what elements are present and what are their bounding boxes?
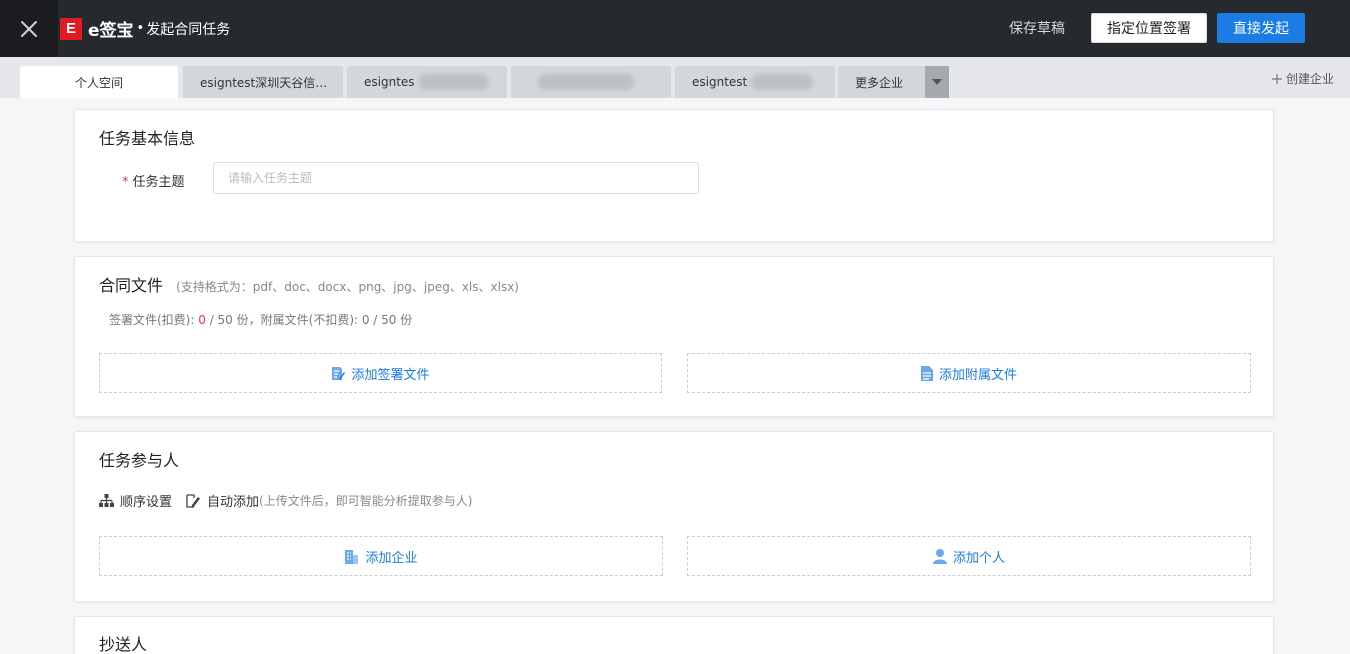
more-companies-dropdown[interactable]: 更多企业 — [838, 66, 949, 98]
send-button[interactable]: 直接发起 — [1217, 13, 1305, 43]
title-separator: • — [136, 21, 145, 36]
file-count-summary: 签署文件(扣费): 0 / 50 份，附属文件(不扣费): 0 / 50 份 — [109, 311, 412, 328]
formats-hint: (支持格式为：pdf、doc、docx、png、jpg、jpeg、xls、xls… — [176, 280, 519, 294]
building-icon — [345, 549, 359, 564]
basic-info-card: 任务基本信息 * 任务主题 — [74, 109, 1274, 242]
tab-label: esigntest深圳天谷信… — [200, 75, 328, 90]
page-title: 发起合同任务 — [146, 21, 231, 38]
tab-personal-space[interactable]: 个人空间 — [20, 66, 178, 98]
add-company-button[interactable]: 添加企业 — [99, 536, 663, 576]
contract-files-title: 合同文件 — [99, 276, 164, 295]
user-icon — [932, 548, 947, 564]
participants-title: 任务参与人 — [99, 451, 180, 470]
required-mark: * — [122, 175, 129, 190]
auto-add-hint: (上传文件后，即可智能分析提取参与人) — [259, 494, 473, 508]
cc-title: 抄送人 — [99, 635, 148, 654]
more-companies-label: 更多企业 — [855, 75, 904, 90]
hierarchy-icon — [99, 494, 114, 507]
sign-files-label: 签署文件(扣费): — [109, 313, 199, 327]
create-company-link[interactable]: 创建企业 — [1272, 70, 1334, 87]
tab-company-1[interactable]: esigntest深圳天谷信… — [183, 66, 343, 98]
edit-icon — [186, 493, 201, 508]
document-icon — [920, 365, 933, 381]
tab-company-3[interactable] — [511, 66, 671, 98]
subject-label-text: 任务主题 — [132, 175, 185, 190]
close-button[interactable] — [0, 0, 58, 57]
order-setting-label: 顺序设置 — [120, 495, 173, 510]
participants-toolbar: 顺序设置 自动添加 (上传文件后，即可智能分析提取参与人) — [99, 491, 472, 510]
contract-files-header: 合同文件 (支持格式为：pdf、doc、docx、png、jpg、jpeg、xl… — [99, 272, 519, 296]
close-icon — [21, 20, 37, 37]
app-logo: E e签宝 • 发起合同任务 — [60, 16, 230, 41]
sign-files-count: 0 — [198, 313, 206, 327]
redacted-text — [418, 74, 489, 90]
plus-icon — [1272, 73, 1282, 84]
space-tab-bar: 个人空间 esigntest深圳天谷信… esigntes esigntest … — [0, 57, 1350, 98]
attach-files-count: 附属文件(不扣费): 0 / 50 份 — [260, 313, 413, 327]
create-company-label: 创建企业 — [1286, 72, 1335, 86]
redacted-text — [538, 74, 634, 90]
participants-card: 任务参与人 顺序设置 自动添加 (上传文件后，即可智能分析提取参与人) 添加企业… — [74, 431, 1274, 602]
add-attach-file-button[interactable]: 添加附属文件 — [687, 353, 1251, 393]
subject-input[interactable] — [213, 162, 699, 194]
add-sign-file-label: 添加签署文件 — [351, 367, 430, 383]
add-company-label: 添加企业 — [365, 550, 418, 566]
sign-files-limit: / 50 份， — [205, 313, 261, 327]
redacted-text — [751, 74, 814, 90]
top-header: E e签宝 • 发起合同任务 保存草稿 指定位置签署 直接发起 — [0, 0, 1350, 57]
tab-label: esigntes — [364, 75, 415, 89]
save-draft-button[interactable]: 保存草稿 — [998, 14, 1076, 42]
edit-file-icon — [332, 366, 346, 380]
tab-label: 个人空间 — [74, 75, 123, 90]
brand-name: e签宝 — [88, 21, 134, 41]
cc-card: 抄送人 — [74, 616, 1274, 654]
add-sign-file-button[interactable]: 添加签署文件 — [99, 353, 662, 393]
auto-add-label: 自动添加 — [207, 495, 260, 510]
order-setting-button[interactable]: 顺序设置 — [99, 491, 172, 510]
add-attach-file-label: 添加附属文件 — [938, 367, 1017, 383]
auto-add-button[interactable]: 自动添加 — [186, 491, 259, 510]
caret-down-icon — [932, 79, 942, 85]
add-person-label: 添加个人 — [952, 550, 1005, 566]
tab-label: esigntest — [692, 75, 748, 89]
basic-info-title: 任务基本信息 — [99, 129, 196, 148]
tab-company-2[interactable]: esigntes — [347, 66, 507, 98]
subject-label: * 任务主题 — [122, 171, 185, 190]
locate-sign-button[interactable]: 指定位置签署 — [1091, 13, 1207, 43]
tab-company-4[interactable]: esigntest — [675, 66, 835, 98]
more-companies-toggle[interactable] — [925, 66, 949, 98]
add-person-button[interactable]: 添加个人 — [687, 536, 1251, 576]
brand-mark: E — [60, 17, 82, 40]
contract-files-card: 合同文件 (支持格式为：pdf、doc、docx、png、jpg、jpeg、xl… — [74, 256, 1274, 417]
